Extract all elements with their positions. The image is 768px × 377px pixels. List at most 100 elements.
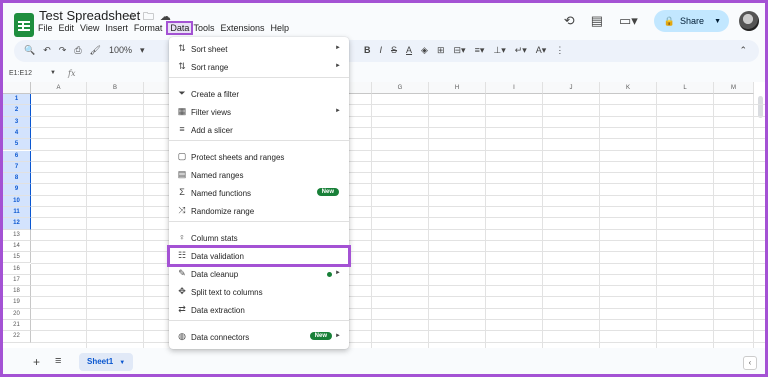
row-header-12[interactable]: 12 <box>3 218 31 230</box>
row-header-6[interactable]: 6 <box>3 150 31 162</box>
menu-item-named-ranges[interactable]: ▤ Named ranges <box>169 166 349 184</box>
sheets-logo-icon[interactable] <box>14 13 34 37</box>
row-header-15[interactable]: 15 <box>3 252 31 264</box>
row-header-14[interactable]: 14 <box>3 240 31 253</box>
menu-data[interactable]: Data <box>166 21 194 35</box>
search-icon[interactable]: 🔍 <box>24 45 35 56</box>
row-header-22[interactable]: 22 <box>3 331 31 343</box>
name-box[interactable]: E1:E12 <box>9 70 32 77</box>
row-header-21[interactable]: 21 <box>3 320 31 332</box>
row-header-20[interactable]: 20 <box>3 308 31 320</box>
row-header-4[interactable]: 4 <box>3 127 31 140</box>
history-icon[interactable]: ⟲ <box>564 13 575 29</box>
menu-item-data-cleanup[interactable]: ✎ Data cleanup ► <box>169 265 349 283</box>
menu-edit[interactable]: Edit <box>59 23 79 33</box>
column-header-b[interactable]: B <box>87 82 144 94</box>
borders-icon[interactable]: ⊞ <box>437 45 445 56</box>
column-header-h[interactable]: H <box>429 82 486 94</box>
vertical-align-icon[interactable]: ⊥▾ <box>493 45 505 56</box>
row-header-5[interactable]: 5 <box>3 139 31 151</box>
menu-item-data-validation[interactable]: ☷ Data validation <box>167 245 351 267</box>
menu-item-column-stats[interactable]: ♀ Column stats <box>169 229 349 247</box>
menu-item-filter-views[interactable]: ▦ Filter views ► <box>169 103 349 121</box>
menu-file[interactable]: File <box>38 23 57 33</box>
more-icon[interactable]: ⋮ <box>555 45 564 56</box>
avatar[interactable] <box>739 11 759 31</box>
print-icon[interactable]: ⎙ <box>74 45 81 56</box>
comments-icon[interactable]: ▤ <box>591 13 603 29</box>
text-rotation-icon[interactable]: A▾ <box>536 45 547 56</box>
row-header-16[interactable]: 16 <box>3 263 31 275</box>
row-header-17[interactable]: 17 <box>3 274 31 287</box>
paint-format-icon[interactable]: 🖌 <box>90 45 101 56</box>
share-button[interactable]: 🔒 Share ▼ <box>653 10 729 32</box>
menu-item-randomize-range[interactable]: ⤨ Randomize range <box>169 202 349 220</box>
column-header-l[interactable]: L <box>657 82 714 94</box>
menu-item-sort-range[interactable]: ⇅ Sort range ► <box>169 58 349 76</box>
merge-cells-icon[interactable]: ⊟▾ <box>454 45 466 56</box>
text-color-icon[interactable]: A <box>406 45 412 56</box>
spreadsheet-grid[interactable]: ABCDEFGHIJKLM123456789101112131415161718… <box>3 82 765 348</box>
row-header-9[interactable]: 9 <box>3 184 31 196</box>
chevron-down-icon[interactable]: ▼ <box>714 18 721 25</box>
menu-item-add-a-slicer[interactable]: ≡ Add a slicer <box>169 121 349 139</box>
all-sheets-icon[interactable]: ≡ <box>55 355 61 367</box>
horizontal-align-icon[interactable]: ≡▾ <box>475 45 485 56</box>
row-header-2[interactable]: 2 <box>3 105 31 117</box>
menu-item-label: Sort range <box>191 63 229 72</box>
row-header-10[interactable]: 10 <box>3 195 31 207</box>
chevron-down-icon[interactable]: ▼ <box>119 360 125 366</box>
bold-icon[interactable]: B <box>364 45 371 56</box>
column-header-m[interactable]: M <box>714 82 754 94</box>
star-icon[interactable]: ☆ <box>127 11 143 23</box>
menu-item-protect-sheets-and-ranges[interactable]: ▢ Protect sheets and ranges <box>169 148 349 166</box>
row-header-1[interactable]: 1 <box>3 94 31 106</box>
redo-icon[interactable]: ↷ <box>59 45 67 56</box>
menu-item-data-extraction[interactable]: ⇄ Data extraction <box>169 301 349 319</box>
row-header-19[interactable]: 19 <box>3 297 31 309</box>
row-header-18[interactable]: 18 <box>3 286 31 298</box>
menu-format[interactable]: Format <box>134 23 167 33</box>
collapse-toolbar-icon[interactable]: ⌃ <box>739 45 747 56</box>
chevron-down-icon[interactable]: ▼ <box>50 70 56 76</box>
menu-item-label: Create a filter <box>191 90 240 99</box>
row-header-7[interactable]: 7 <box>3 161 31 174</box>
menu-tools[interactable]: Tools <box>193 23 218 33</box>
row-header-8[interactable]: 8 <box>3 173 31 185</box>
side-panel-toggle-icon[interactable]: ‹ <box>743 356 757 370</box>
strikethrough-icon[interactable]: S <box>391 45 397 56</box>
column-header-j[interactable]: J <box>543 82 600 94</box>
zoom-select[interactable]: 100% <box>109 45 132 56</box>
share-label: Share <box>680 16 705 26</box>
submenu-arrow-icon: ► <box>335 63 341 69</box>
menu-item-named-functions[interactable]: Σ Named functions New <box>169 184 349 202</box>
chevron-down-icon[interactable]: ▾ <box>140 45 145 56</box>
document-title[interactable]: Test Spreadsheet <box>39 8 140 23</box>
menu-insert[interactable]: Insert <box>105 23 132 33</box>
add-sheet-icon[interactable]: + <box>33 355 40 369</box>
meet-icon[interactable]: ▭▾ <box>619 13 638 29</box>
cloud-icon[interactable]: ☁ <box>160 11 177 23</box>
column-header-k[interactable]: K <box>600 82 657 94</box>
select-all-corner[interactable] <box>3 82 31 94</box>
text-wrap-icon[interactable]: ↵▾ <box>515 45 527 56</box>
menu-extensions[interactable]: Extensions <box>220 23 268 33</box>
menu-item-split-text-to-columns[interactable]: ✥ Split text to columns <box>169 283 349 301</box>
menu-item-create-a-filter[interactable]: ⏷ Create a filter <box>169 85 349 103</box>
column-header-a[interactable]: A <box>31 82 87 94</box>
menu-view[interactable]: View <box>80 23 103 33</box>
column-header-g[interactable]: G <box>372 82 429 94</box>
menu-item-data-connectors[interactable]: ◍ Data connectors New ► <box>169 328 349 346</box>
lock-icon: ▢ <box>177 151 187 161</box>
undo-icon[interactable]: ↶ <box>43 45 51 56</box>
sheet-tab[interactable]: Sheet1 ▼ <box>79 353 134 371</box>
row-header-3[interactable]: 3 <box>3 116 31 128</box>
menu-item-sort-sheet[interactable]: ⇅ Sort sheet ► <box>169 40 349 58</box>
row-header-11[interactable]: 11 <box>3 207 31 219</box>
folder-icon[interactable]: 🗀 <box>143 11 160 23</box>
row-header-13[interactable]: 13 <box>3 229 31 241</box>
column-header-i[interactable]: I <box>486 82 543 94</box>
italic-icon[interactable]: I <box>380 45 383 56</box>
menu-help[interactable]: Help <box>270 23 293 33</box>
fill-color-icon[interactable]: ◈ <box>421 45 428 56</box>
